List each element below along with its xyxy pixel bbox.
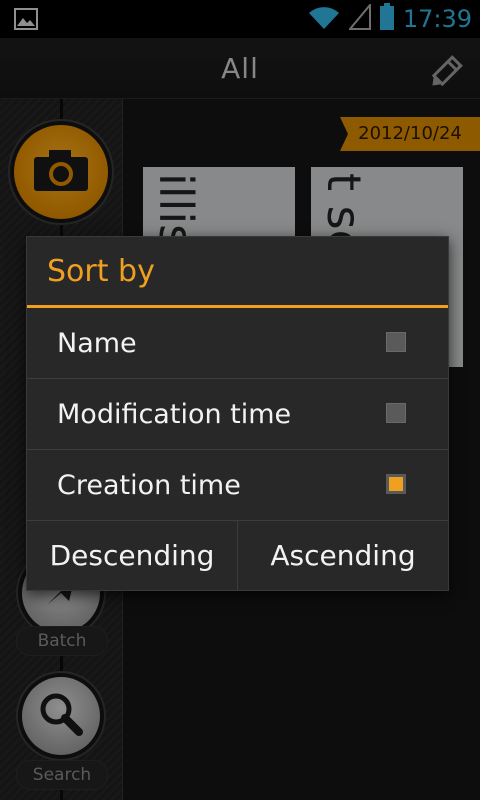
option-label: Creation time	[57, 470, 241, 501]
checkbox-checked[interactable]	[386, 474, 406, 494]
checkbox[interactable]	[386, 332, 406, 352]
descending-button[interactable]: Descending	[27, 521, 237, 590]
sort-option-modification-time[interactable]: Modification time	[27, 379, 448, 450]
checkbox[interactable]	[386, 403, 406, 423]
option-label: Name	[57, 328, 137, 359]
option-label: Modification time	[57, 399, 292, 430]
sort-option-name[interactable]: Name	[27, 308, 448, 379]
sort-dialog: Sort by Name Modification time Creation …	[26, 236, 449, 591]
sort-option-creation-time[interactable]: Creation time	[27, 450, 448, 521]
ascending-button[interactable]: Ascending	[237, 521, 448, 590]
dialog-buttons: Descending Ascending	[27, 521, 448, 590]
dialog-title: Sort by	[27, 237, 448, 308]
